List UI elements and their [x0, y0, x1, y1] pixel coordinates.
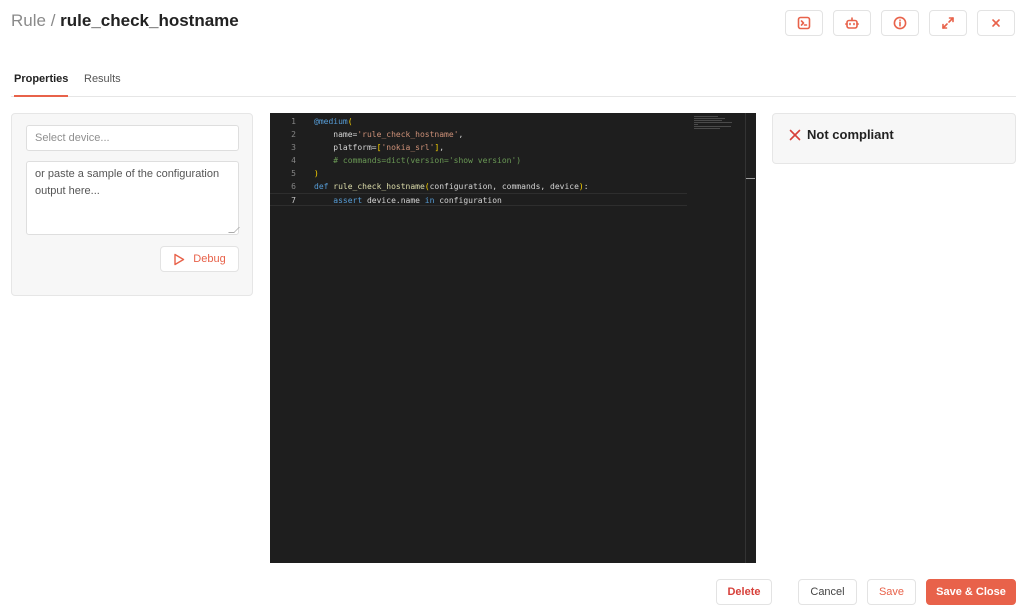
device-select-input[interactable]	[26, 125, 239, 151]
line-number: 6	[291, 182, 296, 191]
line-number: 3	[291, 143, 296, 152]
expand-button[interactable]	[929, 10, 967, 36]
code-line[interactable]: 1 @medium(	[270, 115, 690, 128]
code-line[interactable]: 4 # commands=dict(version='show version'…	[270, 154, 690, 167]
code-token: configuration, commands, device	[429, 182, 579, 191]
page-title: Rule / rule_check_hostname	[11, 11, 239, 31]
code-token: # commands=dict(version='show version')	[314, 156, 522, 165]
code-line[interactable]: 3 platform=['nokia_srl'],	[270, 141, 690, 154]
expand-icon	[942, 17, 954, 29]
close-icon	[992, 19, 1000, 27]
editor-scroll-marker	[746, 178, 755, 179]
code-token: def	[314, 182, 334, 191]
code-token: (	[347, 117, 353, 126]
code-line[interactable]: 2 name='rule_check_hostname',	[270, 128, 690, 141]
code-token: )	[314, 169, 319, 178]
code-token: 'rule_check_hostname'	[357, 130, 459, 139]
code-text: @medium(	[314, 115, 353, 128]
code-text: assert device.name in configuration	[314, 194, 502, 207]
breadcrumb-parent[interactable]: Rule	[11, 11, 46, 30]
tab-bar: Properties Results	[11, 64, 1016, 97]
code-token: platform=	[314, 143, 377, 152]
terminal-button[interactable]	[785, 10, 823, 36]
code-token: device.name	[366, 196, 425, 205]
tab-properties[interactable]: Properties	[14, 73, 69, 97]
line-number: 2	[291, 130, 296, 139]
tab-results[interactable]: Results	[84, 73, 121, 95]
result-panel: Not compliant	[772, 113, 1016, 164]
code-text: )	[314, 167, 319, 180]
debug-button[interactable]: Debug	[160, 246, 239, 272]
debug-panel: Debug	[11, 113, 253, 296]
terminal-icon	[797, 16, 811, 30]
code-token: @medium	[314, 117, 348, 126]
rule-name: rule_check_hostname	[60, 11, 239, 30]
code-token: 'nokia_srl'	[381, 143, 435, 152]
bot-button[interactable]	[833, 10, 871, 36]
save-button[interactable]: Save	[867, 579, 916, 605]
delete-button[interactable]: Delete	[716, 579, 772, 605]
code-token: :	[583, 182, 589, 191]
compliance-status: Not compliant	[807, 127, 894, 142]
line-number: 1	[291, 117, 296, 126]
code-token: assert	[333, 196, 367, 205]
info-button[interactable]	[881, 10, 919, 36]
code-token: name=	[314, 130, 358, 139]
code-token: in	[424, 196, 440, 205]
code-token: rule_check_hostname	[333, 182, 425, 191]
code-token: ,	[458, 130, 464, 139]
code-line[interactable]: 7 assert device.name in configuration	[270, 193, 687, 206]
code-text: platform=['nokia_srl'],	[314, 141, 444, 154]
code-line[interactable]: 5)	[270, 167, 690, 180]
line-number: 5	[291, 169, 296, 178]
code-text: # commands=dict(version='show version')	[314, 154, 521, 167]
code-editor[interactable]: 1 @medium(2 name='rule_check_hostname', 3 …	[270, 113, 756, 563]
line-number: 4	[291, 156, 296, 165]
bot-icon	[845, 17, 859, 29]
code-line[interactable]: 6 def rule_check_hostname(configuration, …	[270, 180, 690, 193]
cancel-button[interactable]: Cancel	[798, 579, 857, 605]
editor-minimap[interactable]	[694, 116, 734, 130]
info-icon	[893, 16, 907, 30]
play-icon	[174, 253, 185, 265]
debug-button-label: Debug	[193, 253, 226, 265]
breadcrumb-separator: /	[50, 11, 56, 30]
code-token: ,	[439, 143, 445, 152]
code-token: configuration	[439, 196, 502, 205]
code-text: def rule_check_hostname(configuration, c…	[314, 180, 589, 193]
editor-scrollbar[interactable]	[745, 113, 746, 563]
config-sample-textarea[interactable]	[26, 161, 239, 235]
x-icon	[789, 128, 803, 142]
close-button[interactable]	[977, 10, 1015, 36]
code-text: name='rule_check_hostname',	[314, 128, 463, 141]
save-close-button[interactable]: Save & Close	[926, 579, 1016, 605]
line-number: 7	[291, 196, 296, 205]
